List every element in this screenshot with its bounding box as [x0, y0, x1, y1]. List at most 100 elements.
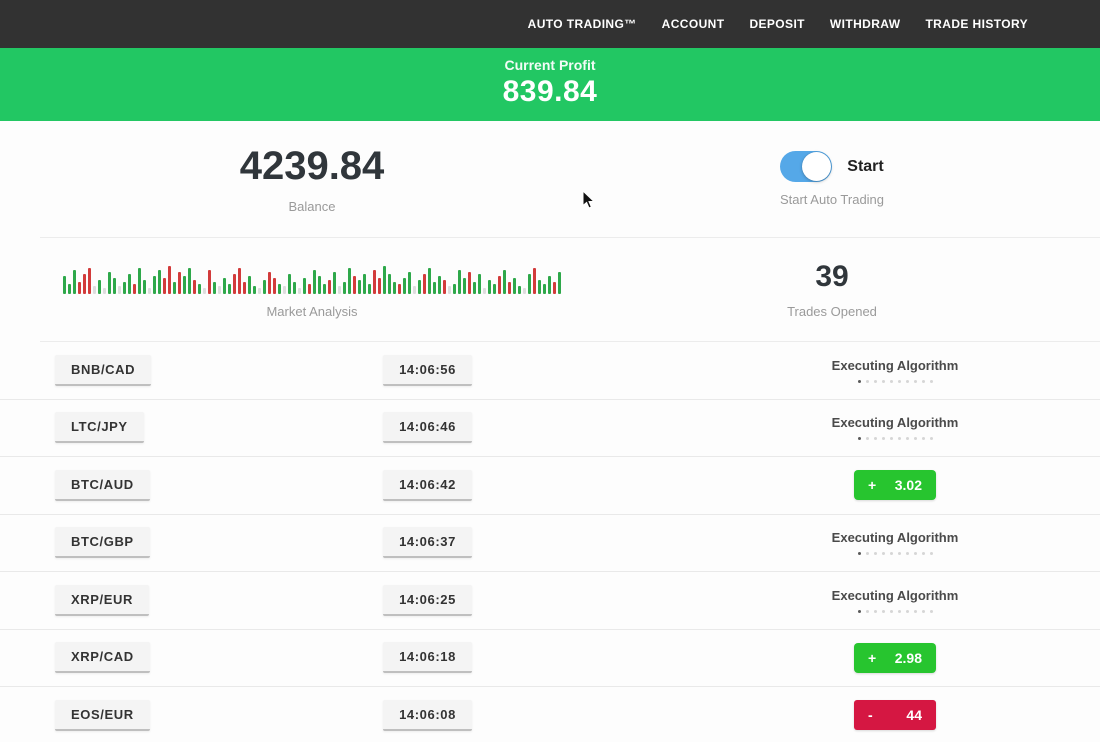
- market-bar: [378, 278, 381, 294]
- market-bar: [208, 270, 211, 294]
- pair-cell: XRP/CAD: [0, 642, 340, 673]
- nav-item-withdraw[interactable]: WITHDRAW: [830, 17, 901, 31]
- market-bar: [408, 272, 411, 294]
- nav-item-trade-history[interactable]: TRADE HISTORY: [925, 17, 1028, 31]
- market-bar: [328, 280, 331, 294]
- market-bar: [468, 272, 471, 294]
- time-cell: 14:06:42: [340, 470, 515, 501]
- market-bar: [413, 286, 416, 294]
- market-bar: [313, 270, 316, 294]
- start-auto-trading-caption: Start Auto Trading: [780, 192, 884, 207]
- pair-badge: XRP/EUR: [55, 585, 149, 616]
- market-bar: [303, 278, 306, 294]
- market-bar: [213, 282, 216, 294]
- table-row: BNB/CAD14:06:56Executing Algorithm: [0, 342, 1100, 400]
- trades-opened-value: 39: [815, 260, 848, 294]
- market-bar: [233, 274, 236, 294]
- market-bar: [438, 276, 441, 294]
- market-bar: [293, 282, 296, 294]
- market-bar: [98, 280, 101, 294]
- market-bar: [148, 288, 151, 294]
- market-bar: [108, 272, 111, 294]
- profit-badge: +3.02: [854, 470, 936, 500]
- market-bar: [143, 280, 146, 294]
- market-bar: [323, 284, 326, 294]
- nav-item-account[interactable]: ACCOUNT: [662, 17, 725, 31]
- market-bar: [273, 278, 276, 294]
- market-bar: [553, 282, 556, 294]
- time-badge: 14:06:46: [383, 412, 472, 443]
- market-bar: [308, 284, 311, 294]
- nav-item-auto-trading[interactable]: AUTO TRADING™: [528, 17, 637, 31]
- trades-opened-label: Trades Opened: [787, 304, 877, 319]
- market-bar: [518, 286, 521, 294]
- progress-dots-icon: [858, 610, 933, 613]
- market-bar: [393, 282, 396, 294]
- market-bar: [503, 270, 506, 294]
- executing-algorithm-label: Executing Algorithm: [832, 415, 959, 430]
- market-bar: [558, 272, 561, 294]
- time-badge: 14:06:56: [383, 355, 472, 386]
- market-bar: [498, 276, 501, 294]
- market-bar: [383, 266, 386, 294]
- balance-value: 4239.84: [240, 144, 385, 189]
- market-bar: [288, 274, 291, 294]
- time-cell: 14:06:08: [340, 700, 515, 731]
- market-bar: [88, 268, 91, 294]
- pair-cell: BNB/CAD: [0, 355, 340, 386]
- trades-list: BNB/CAD 14:06:56 Executing Algorithm LTC/JP…: [0, 342, 1100, 742]
- market-bar: [388, 274, 391, 294]
- market-bar: [118, 286, 121, 294]
- market-bar: [338, 286, 341, 294]
- market-bar: [298, 288, 301, 294]
- table-row: EOS/EUR14:06:08-44: [0, 687, 1100, 742]
- executing-algorithm-label: Executing Algorithm: [832, 588, 959, 603]
- market-bar: [538, 280, 541, 294]
- pair-badge: LTC/JPY: [55, 412, 144, 443]
- toggle-knob-icon: [802, 152, 831, 181]
- executing-algorithm-label: Executing Algorithm: [832, 530, 959, 545]
- amount-sign: +: [868, 650, 876, 666]
- time-cell: 14:06:37: [340, 527, 515, 558]
- market-bar: [163, 278, 166, 294]
- market-bar: [403, 278, 406, 294]
- market-bar: [493, 284, 496, 294]
- time-cell: 14:06:56: [340, 355, 515, 386]
- time-cell: 14:06:46: [340, 412, 515, 443]
- loss-badge: -44: [854, 700, 936, 730]
- market-bar: [368, 284, 371, 294]
- time-badge: 14:06:42: [383, 470, 472, 501]
- market-bar: [433, 282, 436, 294]
- market-bar: [138, 268, 141, 294]
- status-cell: +2.98: [690, 643, 1100, 673]
- nav-item-deposit[interactable]: DEPOSIT: [749, 17, 804, 31]
- table-row: XRP/EUR14:06:25Executing Algorithm: [0, 572, 1100, 630]
- market-bar: [158, 270, 161, 294]
- status-cell: Executing Algorithm: [690, 588, 1100, 613]
- pair-badge: BTC/GBP: [55, 527, 150, 558]
- market-bar: [113, 278, 116, 294]
- market-bar: [353, 276, 356, 294]
- market-bar: [478, 274, 481, 294]
- market-bar: [448, 286, 451, 294]
- market-bar: [488, 280, 491, 294]
- market-bar: [483, 288, 486, 294]
- time-badge: 14:06:37: [383, 527, 472, 558]
- market-bar: [73, 270, 76, 294]
- market-bar: [223, 278, 226, 294]
- market-bar: [228, 284, 231, 294]
- pair-badge: BNB/CAD: [55, 355, 151, 386]
- market-bar: [218, 286, 221, 294]
- auto-trading-toggle[interactable]: [780, 151, 832, 182]
- balance-label: Balance: [289, 199, 336, 214]
- market-bar: [63, 276, 66, 294]
- market-bar: [363, 274, 366, 294]
- amount-value: 44: [906, 707, 922, 723]
- market-bar: [333, 272, 336, 294]
- status-cell: Executing Algorithm: [690, 415, 1100, 440]
- market-bar: [278, 284, 281, 294]
- market-bar: [283, 286, 286, 294]
- table-row: BTC/GBP 14:06:37 Executing Algorithm: [0, 515, 1100, 573]
- market-bar: [173, 282, 176, 294]
- market-bar: [253, 286, 256, 294]
